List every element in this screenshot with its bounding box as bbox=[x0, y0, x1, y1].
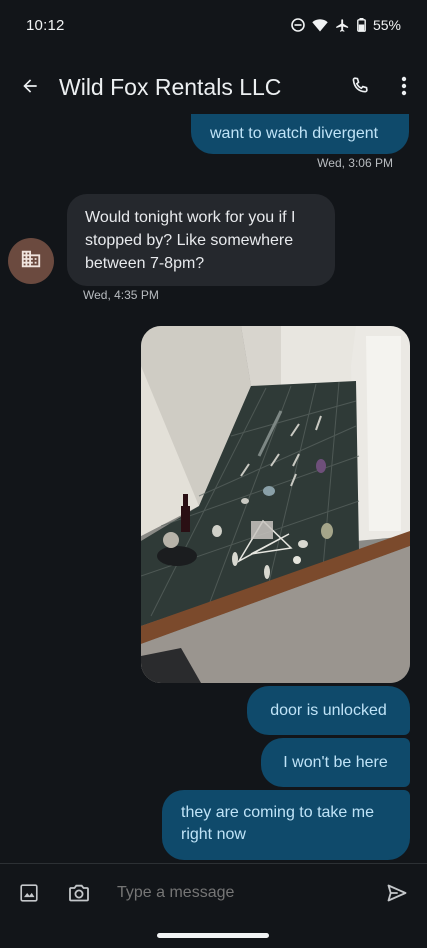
conversation-header: Wild Fox Rentals LLC bbox=[0, 60, 427, 114]
camera-icon bbox=[67, 884, 91, 909]
status-time: 10:12 bbox=[26, 17, 65, 34]
home-indicator[interactable] bbox=[157, 933, 269, 938]
message-text: they are coming to take me right now bbox=[181, 804, 374, 843]
camera-button[interactable] bbox=[67, 881, 91, 905]
status-icons: 55% bbox=[291, 17, 401, 33]
message-composer bbox=[0, 864, 427, 924]
more-options-button[interactable] bbox=[390, 72, 418, 104]
business-icon bbox=[20, 248, 42, 275]
message-text: want to watch divergent bbox=[210, 125, 379, 142]
message-input[interactable] bbox=[117, 884, 347, 902]
message-timestamp: Wed, 4:35 PM bbox=[83, 288, 159, 302]
outgoing-message[interactable]: I won't be here bbox=[261, 738, 410, 787]
battery-icon bbox=[357, 18, 366, 32]
message-text: I won't be here bbox=[283, 753, 388, 771]
outgoing-message[interactable]: door is unlocked bbox=[247, 686, 410, 735]
outgoing-message[interactable]: want to watch divergent bbox=[191, 114, 409, 154]
call-button[interactable] bbox=[344, 72, 376, 104]
image-attachment[interactable] bbox=[141, 326, 410, 683]
message-text: door is unlocked bbox=[270, 701, 387, 719]
battery-percent: 55% bbox=[372, 17, 401, 33]
wifi-icon bbox=[312, 18, 328, 32]
back-button[interactable] bbox=[14, 72, 46, 104]
gallery-button[interactable] bbox=[18, 882, 42, 906]
dnd-icon bbox=[291, 18, 305, 32]
conversation-title: Wild Fox Rentals LLC bbox=[59, 74, 282, 100]
phone-icon bbox=[349, 75, 371, 102]
outgoing-message[interactable]: they are coming to take me right now bbox=[162, 790, 410, 860]
incoming-message[interactable]: Would tonight work for you if I stopped … bbox=[67, 194, 335, 286]
airplane-icon bbox=[335, 18, 350, 33]
message-timestamp: Wed, 3:06 PM bbox=[317, 156, 393, 170]
send-icon bbox=[385, 884, 409, 909]
message-list[interactable]: want to watch divergent Wed, 3:06 PM Wou… bbox=[0, 114, 427, 862]
contact-avatar[interactable] bbox=[8, 238, 54, 284]
status-bar: 10:12 55% bbox=[0, 0, 427, 52]
send-button[interactable] bbox=[385, 881, 411, 907]
back-arrow-icon bbox=[20, 76, 40, 101]
more-vert-icon bbox=[401, 76, 407, 101]
gallery-icon bbox=[18, 884, 40, 908]
message-text: Would tonight work for you if I stopped … bbox=[85, 209, 296, 272]
